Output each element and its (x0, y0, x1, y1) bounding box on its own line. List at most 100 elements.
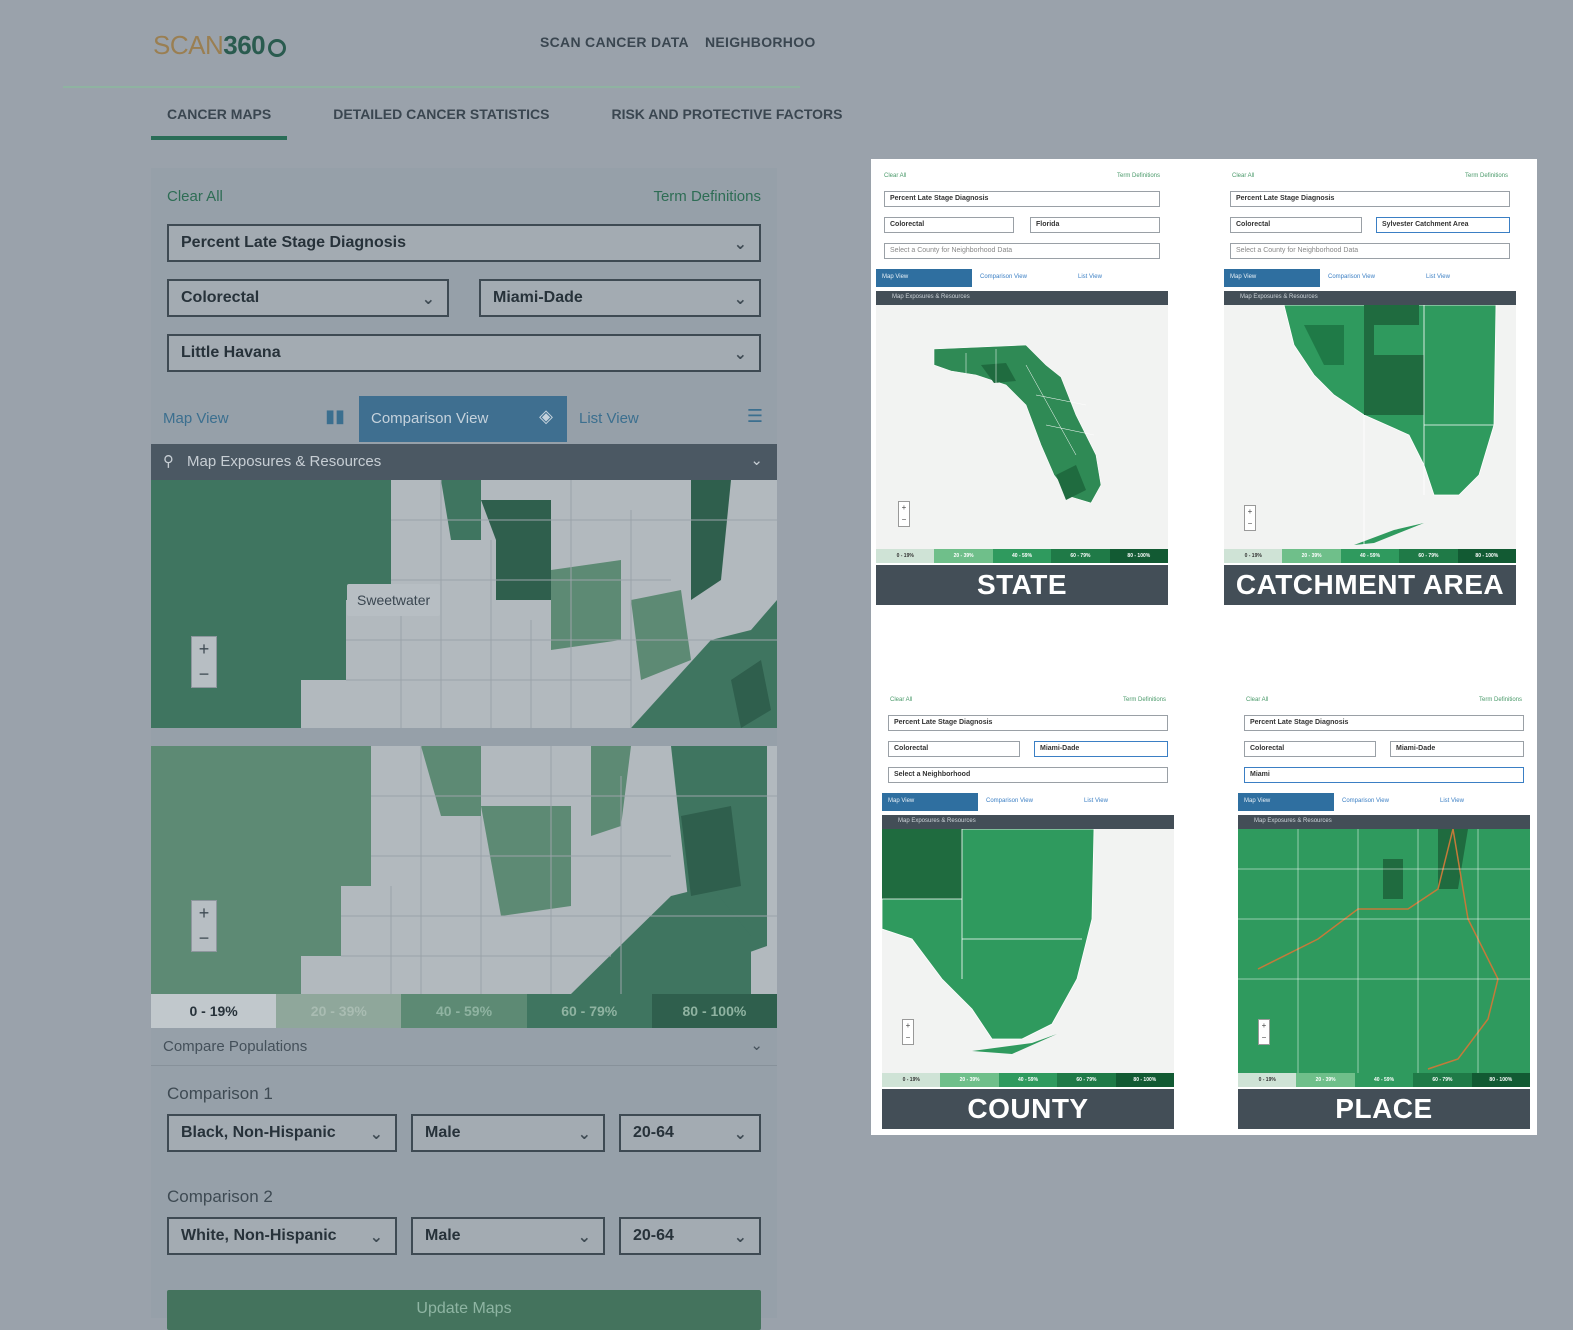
mini-area-select[interactable]: Miami-Dade (1034, 741, 1168, 757)
chevron-down-icon: ⌄ (733, 346, 747, 363)
mini-cancer-select[interactable]: Colorectal (1244, 741, 1376, 757)
mini-map-county[interactable]: + − (882, 829, 1174, 1073)
comparison-2-age-select[interactable]: 20-64 ⌄ (619, 1217, 761, 1255)
comparison-1-race-select[interactable]: Black, Non-Hispanic ⌄ (167, 1114, 397, 1152)
mini-term-definitions[interactable]: Term Definitions (1465, 173, 1508, 179)
mockup-title-place: PLACE (1238, 1089, 1530, 1129)
tab-cancer-maps[interactable]: CANCER MAPS (151, 104, 288, 140)
mini-legend: 0 - 19% 20 - 39% 40 - 59% 60 - 79% 80 - … (1238, 1073, 1531, 1087)
map-exposures-bar[interactable]: ⚲ Map Exposures & Resources ⌄ (151, 444, 777, 480)
mini-legend-60-79: 60 - 79% (1399, 549, 1458, 563)
mini-legend: 0 - 19% 20 - 39% 40 - 59% 60 - 79% 80 - … (876, 549, 1169, 563)
neighborhood-select[interactable]: Little Havana ⌄ (167, 334, 761, 372)
comparison-1-sex-select[interactable]: Male ⌄ (411, 1114, 605, 1152)
county-select[interactable]: Miami-Dade ⌄ (479, 279, 761, 317)
compare-populations-header[interactable]: Compare Populations ⌄ (151, 1030, 777, 1066)
mini-exposures-bar[interactable]: Map Exposures & Resources (1224, 291, 1516, 305)
tab-detailed-cancer-statistics[interactable]: DETAILED CANCER STATISTICS (317, 104, 565, 136)
clear-all-link[interactable]: Clear All (167, 188, 223, 205)
legend-60-79: 60 - 79% (526, 994, 652, 1028)
mockup-title-catchment: CATCHMENT AREA (1224, 565, 1516, 605)
mini-tab-list-view[interactable]: List View (1072, 269, 1168, 287)
mini-legend: 0 - 19% 20 - 39% 40 - 59% 60 - 79% 80 - … (882, 1073, 1175, 1087)
mini-legend-0-19: 0 - 19% (882, 1073, 941, 1087)
tab-comparison-view[interactable]: Comparison View ◈ (359, 396, 567, 442)
pin-icon: ⚲ (163, 453, 174, 470)
mini-tab-list-view[interactable]: List View (1078, 793, 1174, 811)
mini-tab-map-view[interactable]: Map View (882, 793, 978, 811)
mini-tab-comparison-view[interactable]: Comparison View (974, 269, 1070, 287)
mini-tab-list-view[interactable]: List View (1434, 793, 1530, 811)
mini-zoom-control[interactable]: + − (1244, 505, 1256, 531)
mini-third-select[interactable]: Select a County for Neighborhood Data (884, 243, 1160, 259)
mini-zoom-control[interactable]: + − (1258, 1019, 1270, 1045)
nav-neighborhood[interactable]: NEIGHBORHOO (705, 34, 816, 50)
mini-third-select[interactable]: Select a County for Neighborhood Data (1230, 243, 1510, 259)
mini-measure-select[interactable]: Percent Late Stage Diagnosis (884, 191, 1160, 207)
mini-clear-all[interactable]: Clear All (1232, 173, 1254, 179)
mini-cancer-select[interactable]: Colorectal (888, 741, 1020, 757)
measure-select[interactable]: Percent Late Stage Diagnosis ⌄ (167, 224, 761, 262)
mini-area-select[interactable]: Sylvester Catchment Area (1376, 217, 1510, 233)
zoom-in-button[interactable]: + (192, 901, 216, 926)
mini-term-definitions[interactable]: Term Definitions (1117, 173, 1160, 179)
nav-scan-cancer-data[interactable]: SCAN CANCER DATA (540, 34, 689, 50)
mini-term-definitions[interactable]: Term Definitions (1123, 697, 1166, 703)
mini-legend-60-79: 60 - 79% (1057, 1073, 1116, 1087)
tab-map-view[interactable]: Map View ▮▮ (151, 396, 359, 442)
mini-zoom-control[interactable]: + − (898, 501, 910, 527)
mini-zoom-control[interactable]: + − (902, 1019, 914, 1045)
comparison-map-1[interactable]: Sweetwater + − (151, 480, 777, 728)
chevron-down-icon: ⌄ (421, 291, 435, 308)
comparison-map-2[interactable]: + − (151, 746, 777, 994)
term-definitions-link[interactable]: Term Definitions (653, 188, 761, 205)
list-icon: ☰ (746, 406, 763, 426)
sex-value: Male (425, 1227, 461, 1244)
chevron-down-icon: ⌄ (750, 452, 763, 469)
cancer-select[interactable]: Colorectal ⌄ (167, 279, 449, 317)
scan360-logo[interactable]: SCAN360 (153, 30, 287, 61)
mini-map-catchment[interactable]: + − (1224, 305, 1516, 549)
mini-tab-map-view[interactable]: Map View (1238, 793, 1334, 811)
mini-cancer-select[interactable]: Colorectal (884, 217, 1014, 233)
mini-tab-list-view[interactable]: List View (1420, 269, 1516, 287)
comparison-2-race-select[interactable]: White, Non-Hispanic ⌄ (167, 1217, 397, 1255)
mini-clear-all[interactable]: Clear All (890, 697, 912, 703)
mini-area-select[interactable]: Miami-Dade (1390, 741, 1524, 757)
comparison-1-age-select[interactable]: 20-64 ⌄ (619, 1114, 761, 1152)
tab-list-view[interactable]: List View ☰ (567, 396, 777, 442)
mini-measure-select[interactable]: Percent Late Stage Diagnosis (1230, 191, 1510, 207)
zoom-out-button[interactable]: − (192, 662, 216, 687)
mini-exposures-bar[interactable]: Map Exposures & Resources (1238, 815, 1530, 829)
mini-tab-comparison-view[interactable]: Comparison View (1322, 269, 1418, 287)
mini-exposures-bar[interactable]: Map Exposures & Resources (876, 291, 1168, 305)
mockup-place: Clear All Term Definitions Percent Late … (1238, 695, 1531, 1131)
mini-measure-select[interactable]: Percent Late Stage Diagnosis (888, 715, 1168, 731)
mini-map-place[interactable]: + − (1238, 829, 1530, 1073)
mini-tab-comparison-view[interactable]: Comparison View (980, 793, 1076, 811)
mini-third-select[interactable]: Select a Neighborhood (888, 767, 1168, 783)
zoom-out-button[interactable]: − (192, 926, 216, 951)
tab-risk-protective-factors[interactable]: RISK AND PROTECTIVE FACTORS (595, 104, 858, 136)
mini-clear-all[interactable]: Clear All (884, 173, 906, 179)
mini-term-definitions[interactable]: Term Definitions (1479, 697, 1522, 703)
mini-tab-map-view[interactable]: Map View (1224, 269, 1320, 287)
mini-tab-map-view[interactable]: Map View (876, 269, 972, 287)
mini-clear-all[interactable]: Clear All (1246, 697, 1268, 703)
header-divider (63, 86, 800, 88)
top-nav: SCAN CANCER DATA NEIGHBORHOO (540, 34, 832, 50)
mini-third-select[interactable]: Miami (1244, 767, 1524, 783)
mini-measure-select[interactable]: Percent Late Stage Diagnosis (1244, 715, 1524, 731)
map-icon: ▮▮ (325, 406, 345, 426)
update-maps-button[interactable]: Update Maps (167, 1290, 761, 1330)
legend-40-59: 40 - 59% (401, 994, 527, 1028)
mini-map-state[interactable]: + − (876, 305, 1168, 549)
mini-exposures-bar[interactable]: Map Exposures & Resources (882, 815, 1174, 829)
race-value: Black, Non-Hispanic (181, 1124, 336, 1141)
comparison-2-sex-select[interactable]: Male ⌄ (411, 1217, 605, 1255)
mini-tab-comparison-view[interactable]: Comparison View (1336, 793, 1432, 811)
mini-cancer-select[interactable]: Colorectal (1230, 217, 1362, 233)
mini-area-select[interactable]: Florida (1030, 217, 1160, 233)
zoom-in-button[interactable]: + (192, 637, 216, 662)
chevron-down-icon: ⌄ (369, 1229, 383, 1246)
